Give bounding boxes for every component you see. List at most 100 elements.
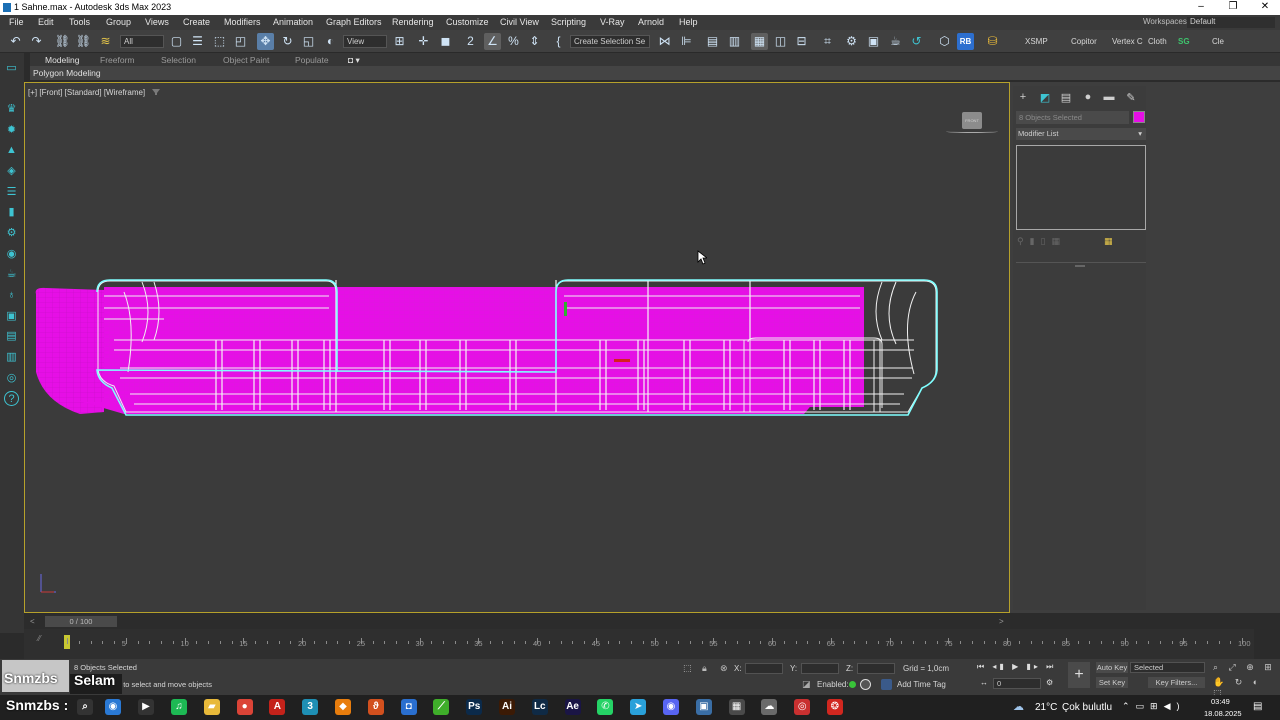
- viewcube[interactable]: FRONT: [962, 112, 982, 129]
- select-manipulate-icon[interactable]: ✛: [415, 33, 432, 50]
- selection-name-field[interactable]: 8 Objects Selected: [1016, 111, 1129, 124]
- rotate-icon[interactable]: ↻: [279, 33, 296, 50]
- select-object-icon[interactable]: ▢: [168, 33, 185, 50]
- weather-temp[interactable]: 21°C: [1035, 702, 1057, 713]
- taskbar-app-grey-icon[interactable]: ☁: [761, 699, 778, 715]
- unlink-icon[interactable]: ⛓: [75, 33, 92, 50]
- help-icon[interactable]: ?: [4, 391, 19, 406]
- taskbar-time[interactable]: 03:49: [1211, 697, 1230, 706]
- railclone-icon[interactable]: RB: [957, 33, 974, 50]
- menu-modifiers[interactable]: Modifiers: [224, 17, 261, 27]
- taskbar-files-icon[interactable]: ▰: [203, 699, 220, 715]
- display-icon[interactable]: ▥: [4, 350, 19, 365]
- menu-scripting[interactable]: Scripting: [551, 17, 586, 27]
- plugin-cloth-button[interactable]: Cloth: [1148, 37, 1167, 46]
- plugin-xsmp-button[interactable]: XSMP: [1025, 37, 1048, 46]
- window-crossing-icon[interactable]: ◰: [232, 33, 249, 50]
- create-tool-icon[interactable]: ▭: [4, 61, 19, 76]
- tab-object-paint[interactable]: Object Paint: [223, 55, 269, 65]
- z-coord-field[interactable]: [857, 663, 895, 674]
- scene-explorer-icon[interactable]: ▤: [704, 33, 721, 50]
- key-mode-select[interactable]: Selected: [1130, 662, 1205, 673]
- panel-grip[interactable]: [1075, 265, 1085, 267]
- taskbar-discord-icon[interactable]: ◉: [663, 699, 679, 715]
- keyboard-shortcut-icon[interactable]: ◼: [437, 33, 454, 50]
- selection-set-select[interactable]: Create Selection Se: [570, 35, 650, 48]
- taskbar-illustrator-icon[interactable]: Ai: [499, 699, 515, 715]
- box-icon[interactable]: ▣: [4, 309, 19, 324]
- taskbar-acrobat-icon[interactable]: A: [269, 699, 286, 715]
- scale-icon[interactable]: ◱: [300, 33, 317, 50]
- stack-tools-icons[interactable]: ⚲▮▯▦: [1017, 236, 1117, 247]
- modify-tab-icon[interactable]: ◩: [1038, 91, 1052, 104]
- key-mode-icon[interactable]: ↔: [980, 678, 988, 687]
- link-icon[interactable]: ⛓: [54, 33, 71, 50]
- helper-icon[interactable]: ◈: [4, 164, 19, 179]
- taskbar-blender-icon[interactable]: ◆: [335, 699, 351, 715]
- taskbar-photoshop-icon[interactable]: Ps: [466, 699, 483, 715]
- render-setup-icon[interactable]: ⚙: [843, 33, 860, 50]
- display-tab-icon[interactable]: ▬: [1102, 91, 1116, 104]
- mirror-icon[interactable]: ⋈: [656, 33, 673, 50]
- reference-coord-select[interactable]: View: [343, 35, 387, 48]
- tab-modeling[interactable]: Modeling: [45, 55, 80, 65]
- isolate-toggle-icon[interactable]: [860, 679, 871, 690]
- key-filters-button[interactable]: Key Filters...: [1148, 677, 1205, 688]
- gear-icon[interactable]: ⚙: [4, 226, 19, 241]
- menu-create[interactable]: Create: [183, 17, 210, 27]
- sofa-wireframe[interactable]: [24, 82, 1010, 613]
- cone-icon[interactable]: ▲: [4, 143, 19, 158]
- lock-icon[interactable]: 🔒︎: [702, 663, 707, 674]
- teapot-icon[interactable]: ☕: [4, 267, 19, 282]
- maximize-icon[interactable]: ❐: [1224, 1, 1242, 14]
- selection-lock-icon[interactable]: ⬚: [683, 663, 692, 674]
- ribbon-toggle-icon[interactable]: ▦: [751, 33, 768, 50]
- menu-animation[interactable]: Animation: [273, 17, 313, 27]
- add-time-tag-label[interactable]: Add Time Tag: [897, 680, 946, 689]
- menu-edit[interactable]: Edit: [38, 17, 54, 27]
- plugin-bucket-icon[interactable]: ⛁: [984, 33, 1001, 50]
- schematic-view-icon[interactable]: ⊟: [793, 33, 810, 50]
- plugin-cle-button[interactable]: Cle: [1212, 37, 1224, 46]
- spinner-snap-icon[interactable]: ⇕: [526, 33, 543, 50]
- taskbar-lightroom-icon[interactable]: Lc: [531, 699, 548, 715]
- time-prev-arrow-icon[interactable]: <: [30, 617, 35, 626]
- layer-explorer-icon[interactable]: ▥: [726, 33, 743, 50]
- notification-icon[interactable]: ▤: [1253, 701, 1262, 712]
- weather-icon[interactable]: ☁: [1013, 700, 1024, 713]
- taskbar-app-blue-icon[interactable]: ◘: [400, 699, 417, 715]
- viewcube-ring[interactable]: [946, 130, 998, 133]
- taskbar-spotify-icon[interactable]: ♫: [171, 699, 187, 715]
- x-coord-field[interactable]: [745, 663, 783, 674]
- undo-icon[interactable]: ↶: [7, 33, 24, 50]
- bulb-icon[interactable]: ♁: [4, 288, 19, 303]
- current-frame-field[interactable]: 0: [993, 678, 1041, 689]
- camera-icon[interactable]: ▤: [4, 329, 19, 344]
- utilities-tab-icon[interactable]: ✎: [1124, 91, 1138, 104]
- selection-filter-select[interactable]: All: [120, 35, 164, 48]
- time-config-icon[interactable]: ⚙: [1046, 678, 1053, 687]
- set-key-button[interactable]: Set Key: [1096, 677, 1128, 688]
- menu-civil-view[interactable]: Civil View: [500, 17, 539, 27]
- vray-icon[interactable]: ⬡: [936, 33, 953, 50]
- menu-arnold[interactable]: Arnold: [638, 17, 664, 27]
- taskbar-telegram-icon[interactable]: ➤: [630, 699, 647, 715]
- rect-selection-icon[interactable]: ⬚: [211, 33, 228, 50]
- taskbar-media-icon[interactable]: ▶: [138, 699, 154, 715]
- minimize-icon[interactable]: –: [1192, 1, 1210, 14]
- taskbar-remote-icon[interactable]: ▣: [695, 699, 712, 715]
- taskbar-search-icon[interactable]: ⌕: [77, 699, 93, 715]
- y-coord-field[interactable]: [801, 663, 839, 674]
- taskbar-3dsmax-icon[interactable]: 3: [302, 699, 319, 715]
- auto-key-button[interactable]: Auto Key: [1096, 662, 1128, 673]
- taskbar-date[interactable]: 18.08.2025: [1204, 709, 1242, 718]
- select-by-name-icon[interactable]: ☰: [189, 33, 206, 50]
- edit-named-sets-icon[interactable]: {: [550, 33, 567, 50]
- taskbar-whatsapp-icon[interactable]: ✆: [597, 699, 614, 715]
- time-next-arrow-icon[interactable]: >: [999, 617, 1004, 626]
- render-icon[interactable]: ☕: [887, 33, 904, 50]
- system-tray-icons[interactable]: ⌃▭⊞◀): [1122, 701, 1186, 712]
- plugin-sg-button[interactable]: SG: [1178, 37, 1190, 46]
- sphere-icon[interactable]: ◉: [4, 247, 19, 262]
- taskbar-app-red2-icon[interactable]: ❂: [827, 699, 843, 715]
